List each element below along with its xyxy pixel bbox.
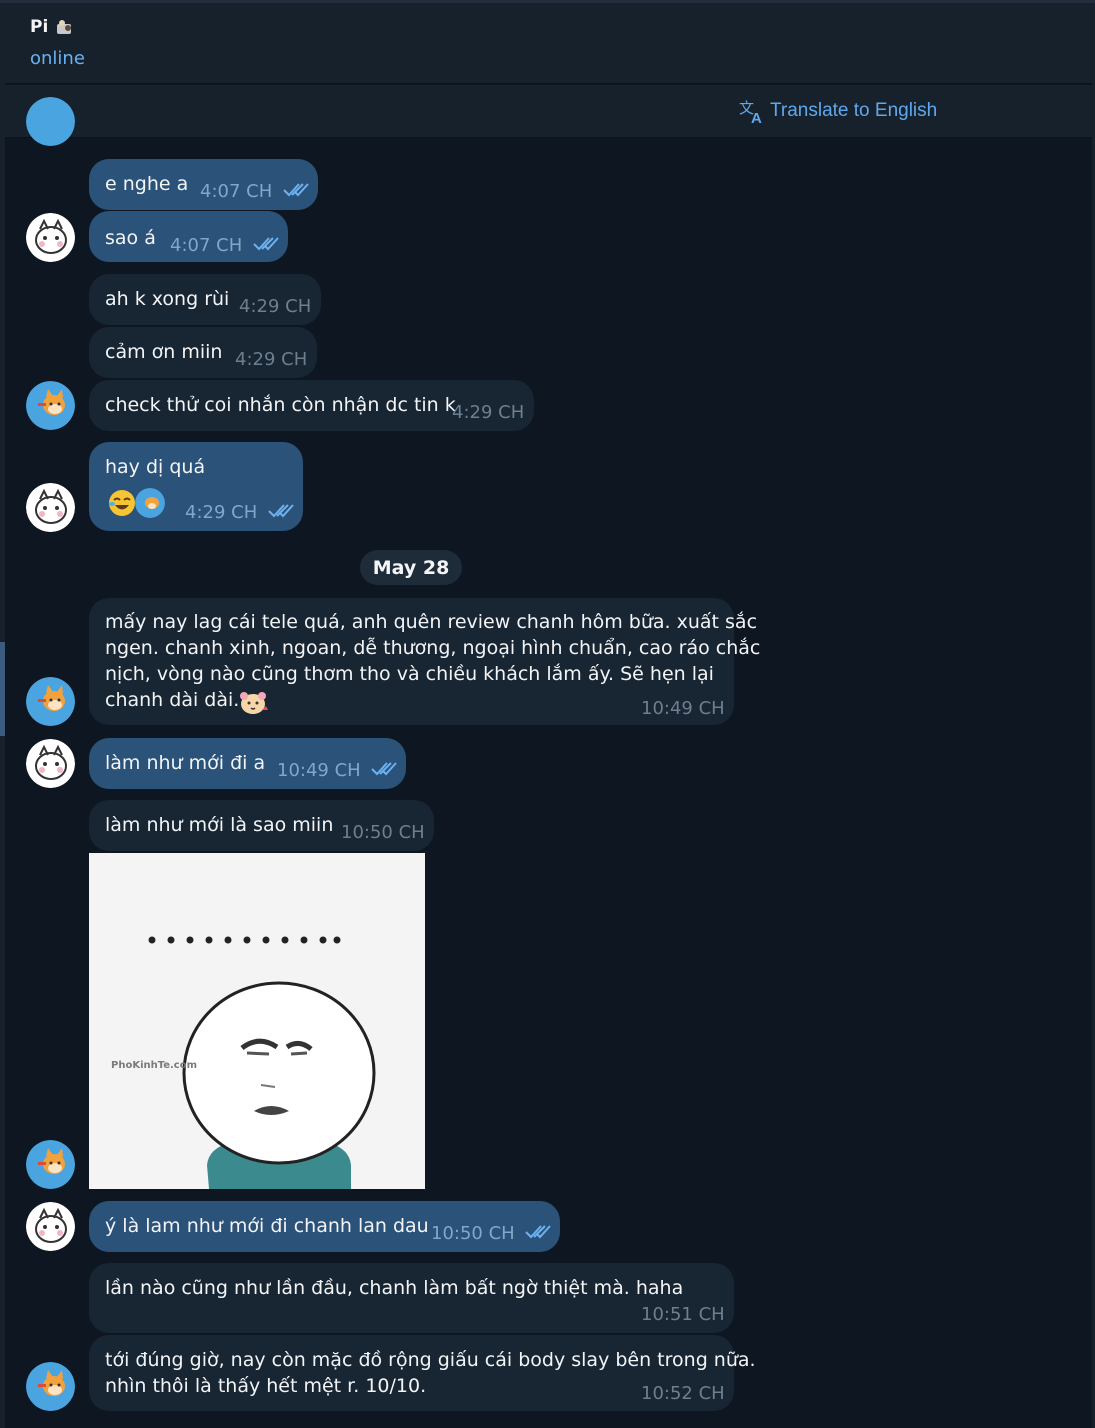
avatar-fox[interactable] — [26, 1362, 75, 1411]
reaction-laughing[interactable] — [107, 488, 137, 518]
message-text: check thử coi nhắn còn nhận dc tin k — [105, 394, 456, 416]
avatar-sticker[interactable] — [26, 739, 75, 788]
chat-status: online — [30, 48, 85, 69]
meme-image — [89, 853, 425, 1189]
date-divider: May 28 — [360, 550, 462, 585]
message-time: 10:52 CH — [641, 1383, 725, 1404]
message-bubble-incoming[interactable]: tới đúng giờ, nay còn mặc đồ rộng giấu c… — [89, 1335, 756, 1411]
message-time: 4:29 CH — [452, 402, 525, 423]
double-check-icon — [371, 762, 397, 776]
avatar-sticker[interactable] — [26, 213, 75, 262]
message-time: 4:29 CH — [235, 349, 308, 370]
translate-icon: 文 A — [739, 99, 762, 125]
avatar-fox[interactable] — [26, 381, 75, 430]
translate-label: Translate to English — [770, 100, 938, 121]
scroll-indicator[interactable] — [0, 642, 5, 736]
photo-message[interactable]: PhoKinhTe.com — [89, 853, 425, 1189]
translate-button[interactable]: 文 A Translate to English — [738, 97, 937, 125]
message-bubble-outgoing[interactable]: e nghe a 4:07 CH — [89, 159, 318, 210]
double-check-icon — [283, 183, 309, 197]
message-bubble-incoming[interactable]: lần nào cũng như lần đầu, chanh làm bất … — [89, 1263, 734, 1333]
chat-header[interactable]: Pi online — [5, 3, 1092, 84]
reaction-avatar[interactable] — [135, 488, 165, 518]
chat-title-text: Pi — [30, 17, 49, 37]
message-text-line: mấy nay lag cái tele quá, anh quên revie… — [105, 611, 758, 633]
message-text: cảm ơn miin — [105, 341, 223, 363]
message-time: 4:29 CH — [239, 296, 312, 317]
message-text: ý là lam như mới đi chanh lan dau — [105, 1215, 429, 1237]
chat-title: Pi — [30, 17, 74, 37]
message-text-line: nhìn thôi là thấy hết mệt r. 10/10. — [105, 1375, 427, 1397]
message-bubble-outgoing[interactable]: sao á 4:07 CH — [89, 211, 288, 262]
message-time: 4:07 CH — [200, 181, 273, 202]
message-text-line: chanh dài dài. — [105, 689, 240, 711]
emoji-status-icon — [57, 20, 72, 34]
double-check-icon — [268, 504, 294, 518]
message-text-line: ngen. chanh xinh, ngoan, dễ thương, ngoạ… — [105, 637, 761, 659]
message-bubble-incoming[interactable]: ah k xong rùi 4:29 CH — [89, 274, 321, 325]
message-text: sao á — [105, 227, 156, 249]
message-time: 4:29 CH — [185, 502, 258, 523]
message-bubble-outgoing[interactable]: làm như mới đi a 10:49 CH — [89, 738, 406, 789]
message-text-line: nịch, vòng nào cũng thơm tho và chiều kh… — [105, 663, 714, 685]
avatar-fox[interactable] — [26, 677, 75, 726]
message-text: hay dị quá — [105, 456, 206, 478]
message-time: 10:49 CH — [277, 760, 361, 781]
message-text: ah k xong rùi — [105, 288, 230, 310]
message-time: 10:49 CH — [641, 698, 725, 719]
avatar-fox[interactable] — [26, 97, 75, 146]
message-bubble-incoming[interactable]: check thử coi nhắn còn nhận dc tin k 4:2… — [89, 380, 534, 431]
message-time: 10:50 CH — [341, 822, 425, 843]
message-time: 10:50 CH — [431, 1223, 515, 1244]
message-bubble-incoming[interactable]: cảm ơn miin 4:29 CH — [89, 327, 317, 378]
message-time: 4:07 CH — [170, 235, 243, 256]
message-bubble-outgoing[interactable]: hay dị quá 4:29 CH — [89, 442, 303, 531]
message-bubble-outgoing[interactable]: ý là lam như mới đi chanh lan dau 10:50 … — [89, 1201, 560, 1252]
hamster-emoji-icon — [240, 692, 268, 714]
message-text: làm như mới là sao miin — [105, 814, 334, 836]
photo-watermark: PhoKinhTe.com — [111, 1060, 198, 1071]
double-check-icon — [253, 237, 279, 251]
message-text: e nghe a — [105, 173, 189, 195]
avatar-sticker[interactable] — [26, 1202, 75, 1251]
message-text-line: tới đúng giờ, nay còn mặc đồ rộng giấu c… — [105, 1349, 756, 1371]
double-check-icon — [525, 1225, 551, 1239]
message-bubble-incoming[interactable]: mấy nay lag cái tele quá, anh quên revie… — [89, 598, 760, 725]
translate-bar: 文 A Translate to English — [5, 85, 1092, 138]
message-text: lần nào cũng như lần đầu, chanh làm bất … — [105, 1277, 684, 1299]
message-time: 10:51 CH — [641, 1304, 725, 1325]
avatar-fox[interactable] — [26, 1140, 75, 1189]
svg-text:A: A — [751, 110, 762, 125]
message-bubble-incoming[interactable]: làm như mới là sao miin 10:50 CH — [89, 800, 434, 851]
avatar-sticker[interactable] — [26, 483, 75, 532]
message-text: làm như mới đi a — [105, 752, 266, 774]
